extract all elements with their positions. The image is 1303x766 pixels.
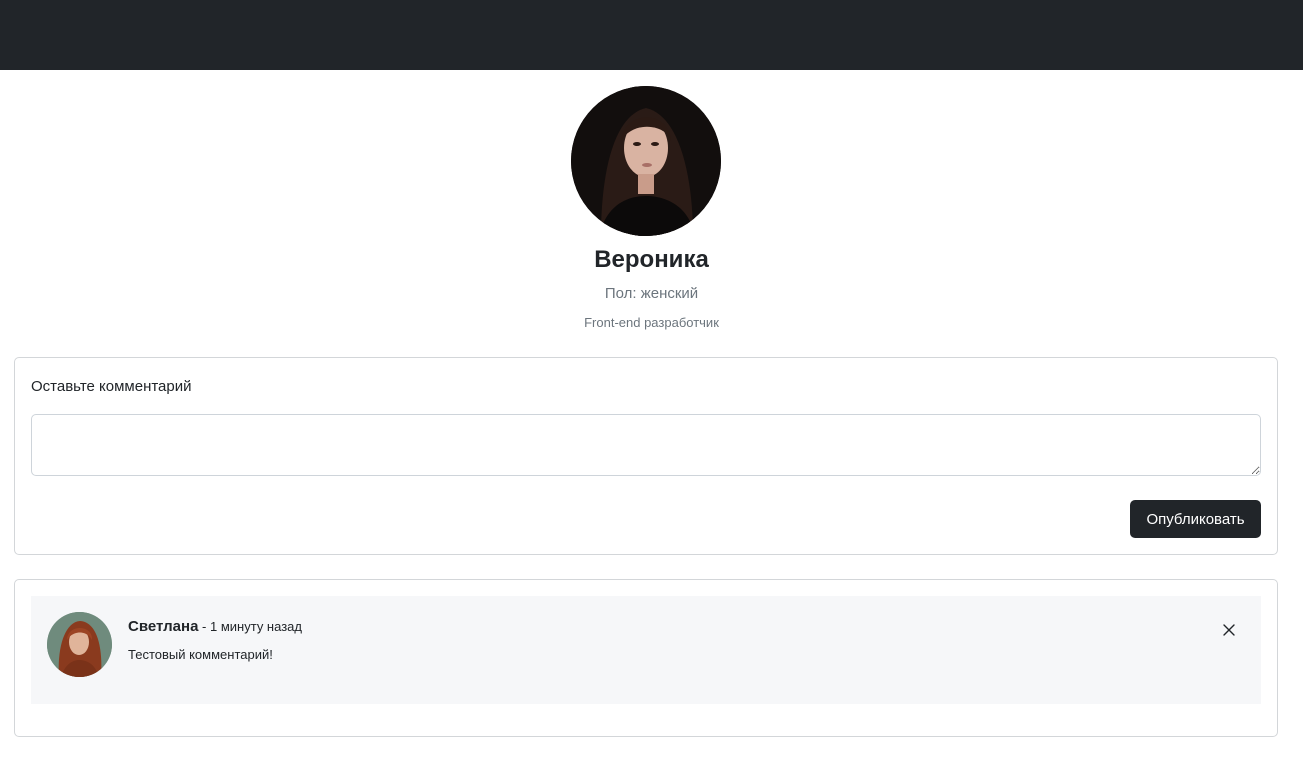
publish-button[interactable]: Опубликовать — [1130, 500, 1261, 538]
comment-header: Светлана - 1 минуту назад — [128, 618, 302, 635]
comment-form-label: Оставьте комментарий — [31, 378, 192, 395]
profile-name: Вероника — [594, 246, 709, 273]
profile-position: Front-end разработчик — [584, 315, 719, 330]
comment-author: Светлана — [128, 618, 199, 635]
delete-comment-button[interactable] — [1219, 620, 1239, 640]
top-navbar — [0, 0, 1303, 70]
comment-textarea[interactable] — [31, 414, 1261, 476]
comment-item: Светлана - 1 минуту назад Тестовый комме… — [31, 596, 1261, 704]
comment-form-card: Оставьте комментарий Опубликовать — [14, 357, 1278, 555]
comment-time: 1 минуту назад — [210, 619, 302, 634]
comment-separator: - — [198, 619, 210, 634]
profile-gender: Пол: женский — [604, 285, 699, 302]
profile-avatar — [571, 86, 721, 236]
comments-card: Светлана - 1 минуту назад Тестовый комме… — [14, 579, 1278, 737]
comment-text: Тестовый комментарий! — [128, 647, 273, 662]
close-icon — [1223, 624, 1235, 636]
comment-avatar — [47, 612, 112, 677]
